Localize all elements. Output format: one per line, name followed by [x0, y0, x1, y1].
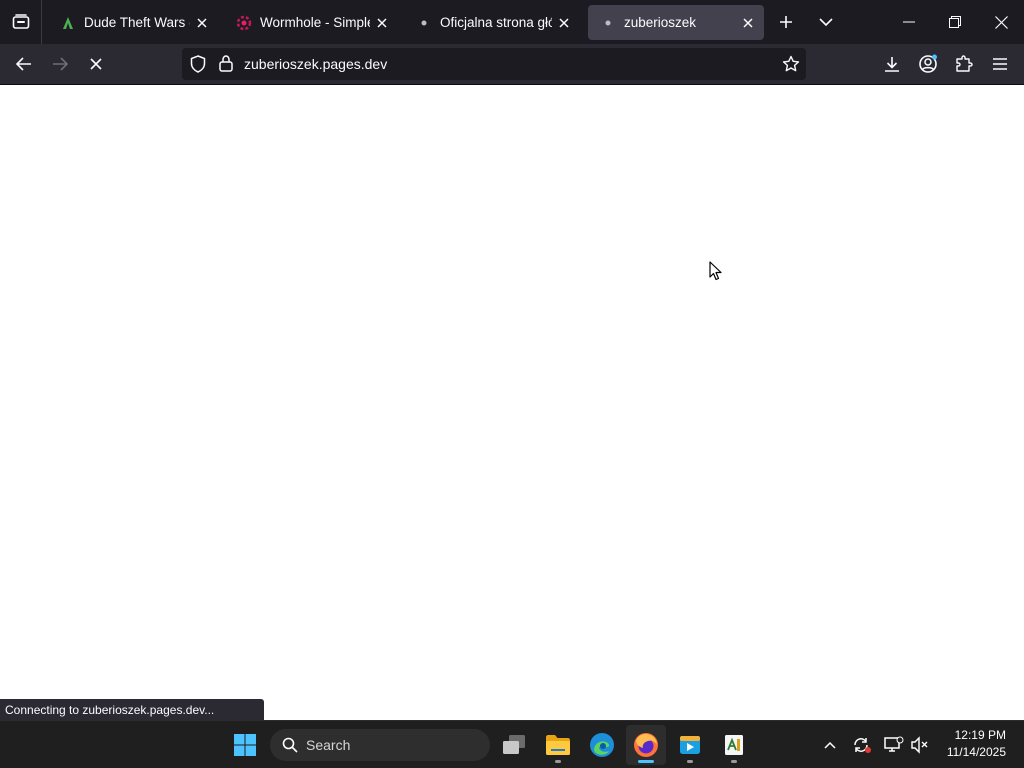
firefox-icon	[634, 733, 658, 757]
search-label: Search	[306, 737, 351, 753]
address-bar[interactable]: zuberioszek.pages.dev	[182, 48, 806, 80]
document-app-icon	[725, 735, 743, 755]
back-arrow-icon	[16, 57, 31, 71]
forward-button[interactable]	[44, 48, 76, 80]
active-indicator	[638, 760, 654, 763]
running-indicator	[555, 760, 561, 763]
tab-zuberioszek[interactable]: zuberioszek	[588, 5, 764, 40]
forward-arrow-icon	[53, 57, 68, 71]
list-all-tabs-button[interactable]	[810, 5, 842, 39]
status-panel: Connecting to zuberioszek.pages.dev...	[0, 699, 264, 720]
documents-button[interactable]	[714, 725, 754, 765]
tab-bar: Dude Theft Wars (MOD Wormhole - Simple, …	[0, 0, 1024, 44]
media-player-icon	[680, 736, 700, 754]
chevron-up-icon	[824, 741, 836, 749]
task-view-icon	[503, 735, 525, 754]
download-icon	[885, 57, 899, 72]
tab-title: Oficjalna strona główna	[440, 15, 552, 30]
chevron-down-icon	[819, 18, 833, 27]
task-view-button[interactable]	[494, 725, 534, 765]
firefox-button[interactable]	[626, 725, 666, 765]
bookmark-star-icon[interactable]	[782, 55, 800, 78]
page-content	[0, 85, 1024, 720]
back-button[interactable]	[8, 48, 40, 80]
tracking-protection-icon[interactable]	[190, 55, 206, 78]
close-tab-icon[interactable]	[736, 11, 760, 35]
search-icon	[282, 737, 298, 753]
hamburger-menu-icon	[993, 58, 1007, 70]
sync-icon	[854, 738, 871, 753]
clock-time: 12:19 PM	[954, 728, 1006, 742]
tab-title: zuberioszek	[624, 15, 697, 30]
system-clock[interactable]: 12:19 PM 11/14/2025	[947, 727, 1006, 761]
sync-tray-button[interactable]	[848, 729, 876, 761]
close-tab-icon[interactable]	[370, 11, 394, 35]
puzzle-icon	[956, 55, 973, 72]
tab-dude-theft-wars[interactable]: Dude Theft Wars (MOD	[48, 5, 218, 40]
new-tab-button[interactable]	[770, 5, 802, 39]
firefox-view-button[interactable]	[0, 0, 42, 44]
network-tray-button[interactable]	[880, 729, 908, 761]
edge-button[interactable]	[582, 725, 622, 765]
account-button[interactable]	[912, 48, 944, 80]
file-explorer-button[interactable]	[538, 725, 578, 765]
media-player-button[interactable]	[670, 725, 710, 765]
folder-icon	[546, 735, 570, 755]
tab-oficjalna-strona[interactable]: Oficjalna strona główna	[404, 5, 580, 40]
firefox-view-icon	[12, 14, 29, 29]
taskbar-search[interactable]: Search	[270, 729, 490, 761]
volume-muted-icon	[911, 736, 928, 754]
mouse-cursor-icon	[709, 261, 722, 281]
start-button[interactable]	[225, 725, 265, 765]
taskbar: Search 12:19 PM 11/14/2025	[0, 720, 1024, 768]
plus-icon	[780, 16, 792, 28]
edge-icon	[590, 733, 614, 757]
minimize-icon	[903, 21, 915, 23]
tab-title: Wormhole - Simple, pri	[260, 15, 370, 30]
downloads-button[interactable]	[876, 48, 908, 80]
restore-button[interactable]	[932, 0, 978, 44]
volume-tray-button[interactable]	[906, 729, 934, 761]
running-indicator	[731, 760, 737, 763]
url-text: zuberioszek.pages.dev	[244, 56, 388, 72]
close-window-button[interactable]	[978, 0, 1024, 44]
windows-logo-icon	[234, 734, 256, 756]
dot-icon	[416, 15, 432, 31]
restore-icon	[949, 16, 961, 28]
show-hidden-icons-button[interactable]	[816, 729, 844, 761]
tab-title: Dude Theft Wars (MOD	[84, 15, 190, 30]
close-icon	[994, 15, 1008, 29]
green-leaf-icon	[60, 15, 76, 31]
close-tab-icon[interactable]	[552, 11, 576, 35]
wormhole-icon	[236, 15, 252, 31]
lock-icon[interactable]	[219, 55, 233, 77]
running-indicator	[687, 760, 693, 763]
dot-icon	[600, 15, 616, 31]
minimize-button[interactable]	[886, 0, 932, 44]
stop-loading-button[interactable]	[80, 48, 112, 80]
stop-icon	[90, 58, 102, 70]
tab-wormhole[interactable]: Wormhole - Simple, pri	[224, 5, 398, 40]
network-icon	[884, 736, 904, 752]
account-icon	[919, 54, 937, 73]
close-tab-icon[interactable]	[190, 11, 214, 35]
extensions-button[interactable]	[948, 48, 980, 80]
navigation-toolbar: zuberioszek.pages.dev	[0, 44, 1024, 85]
menu-button[interactable]	[984, 48, 1016, 80]
clock-date: 11/14/2025	[946, 745, 1006, 759]
